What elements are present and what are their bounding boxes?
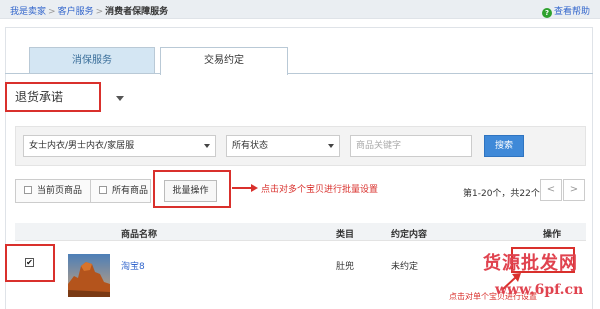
breadcrumb-bar: 我是卖家 > 客户服务 > 消费者保障服务 ? 查看帮助 (0, 0, 600, 19)
column-header-category: 类目 (336, 230, 355, 240)
help-label: 查看帮助 (553, 7, 590, 17)
breadcrumb-link-seller[interactable]: 我是卖家 (10, 7, 46, 17)
select-all-items-checkbox[interactable]: 所有商品 (91, 180, 151, 202)
tab-trade-agreement[interactable]: 交易约定 (160, 47, 288, 75)
product-thumbnail[interactable] (68, 254, 110, 297)
select-all-items-label: 所有商品 (112, 186, 149, 196)
breadcrumb-current: 消费者保障服务 (105, 7, 169, 17)
annotation-arrow-line (232, 187, 252, 189)
select-current-page-label: 当前页商品 (37, 186, 83, 196)
breadcrumb-separator: > (95, 7, 104, 17)
prev-page-button[interactable]: < (540, 179, 562, 201)
help-link[interactable]: ? 查看帮助 (541, 4, 590, 18)
watermark-url: www.6pf.cn (495, 282, 584, 298)
select-current-page-checkbox[interactable]: 当前页商品 (16, 180, 91, 202)
chevron-down-icon (204, 144, 210, 148)
pagination-info: 第1-20个，共22个 (463, 189, 540, 199)
product-name-link[interactable]: 淘宝8 (121, 259, 145, 272)
chevron-down-icon (328, 144, 334, 148)
breadcrumb-separator: > (48, 7, 56, 17)
column-header-name: 商品名称 (121, 230, 158, 240)
table-header (15, 223, 586, 241)
row-checkbox[interactable]: ✔ (25, 258, 34, 267)
breadcrumb-link-customer-service[interactable]: 客户服务 (58, 7, 94, 17)
tab-divider (5, 73, 593, 74)
column-header-operation: 操作 (543, 230, 562, 240)
category-select-value: 女士内衣/男士内衣/家居服 (29, 141, 135, 151)
batch-annotation: 点击对多个宝贝进行批量设置 (261, 185, 379, 195)
column-header-content: 约定内容 (391, 230, 428, 240)
watermark-text: 货源批发网 (483, 253, 578, 274)
arrow-right-icon (251, 184, 258, 192)
keyword-input[interactable] (350, 135, 472, 157)
status-select-value: 所有状态 (232, 141, 269, 151)
status-select[interactable]: 所有状态 (226, 135, 340, 157)
agreement-status: 未约定 (391, 262, 419, 272)
checkbox-icon (99, 186, 107, 194)
category-select[interactable]: 女士内衣/男士内衣/家居服 (23, 135, 216, 157)
checkbox-icon (24, 186, 32, 194)
next-page-button[interactable]: > (563, 179, 585, 201)
search-button[interactable]: 搜索 (484, 135, 524, 157)
question-icon: ? (541, 8, 552, 18)
breadcrumb: 我是卖家 > 客户服务 > 消费者保障服务 (10, 4, 168, 17)
product-category: 肚兜 (336, 262, 355, 272)
selection-group: 当前页商品 所有商品 (15, 179, 151, 203)
tab-consumer-protection[interactable]: 消保服务 (29, 47, 155, 74)
promise-type-select[interactable]: 退货承诺 (5, 82, 101, 112)
chevron-down-icon[interactable] (116, 96, 124, 101)
batch-operation-button[interactable]: 批量操作 (164, 180, 217, 202)
